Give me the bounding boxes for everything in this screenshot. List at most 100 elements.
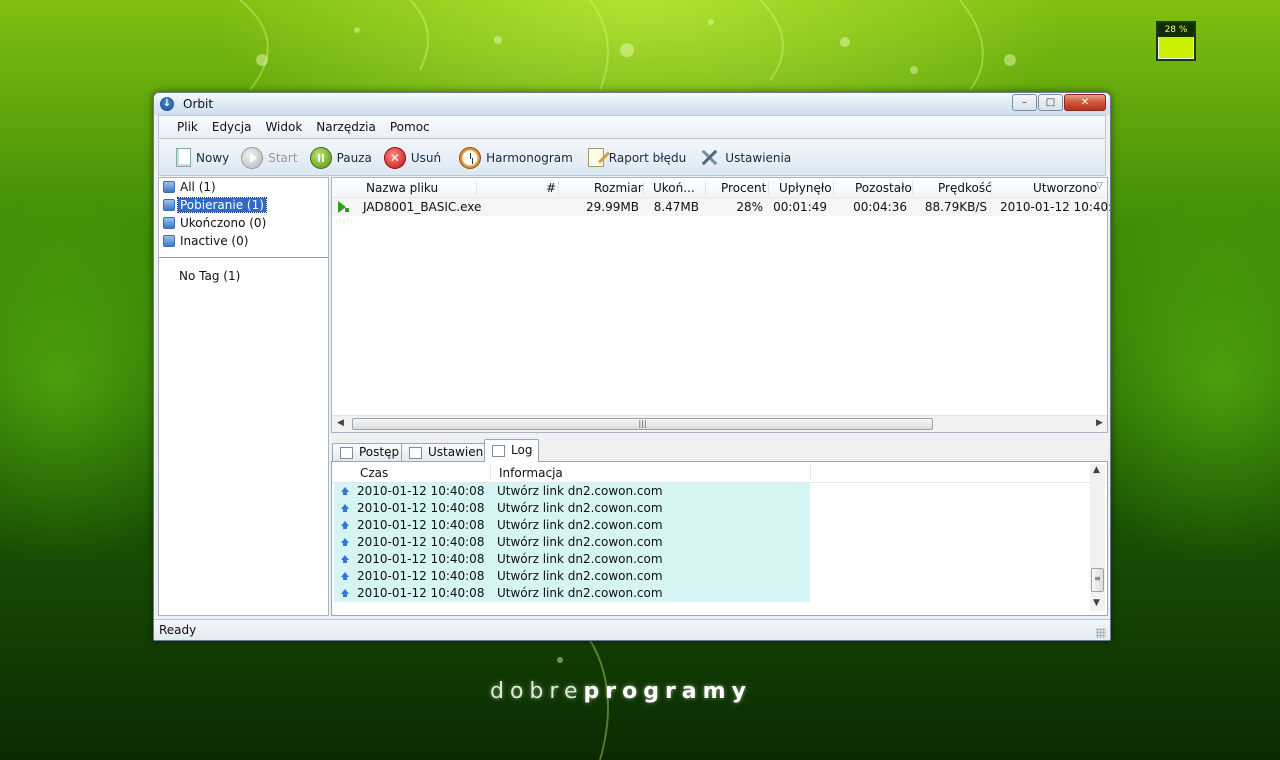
close-button[interactable]: ✕	[1064, 94, 1106, 111]
column-separator[interactable]	[912, 181, 913, 195]
category-inactive[interactable]: Inactive (0)	[163, 233, 250, 249]
category-panel: All (1) Pobieranie (1) Ukończono (0) Ina…	[158, 177, 329, 616]
tab-progress[interactable]: Postęp	[332, 443, 407, 462]
pause-button[interactable]: Pauza	[309, 146, 372, 169]
gauge-label: 28 %	[1158, 23, 1194, 37]
log-info: Utwórz link dn2.cowon.com	[497, 501, 663, 515]
scroll-down-icon[interactable]: ▼	[1093, 598, 1100, 608]
clock-icon	[459, 146, 482, 169]
column-separator[interactable]	[558, 181, 559, 195]
category-completed[interactable]: Ukończono (0)	[163, 215, 268, 231]
column-created[interactable]: Utworzono	[1033, 181, 1097, 195]
category-label: Ukończono (0)	[180, 216, 267, 230]
pause-label: Pauza	[336, 150, 372, 165]
log-time: 2010-01-12 10:40:08	[357, 535, 485, 549]
log-time: 2010-01-12 10:40:08	[357, 484, 485, 498]
column-separator[interactable]	[705, 181, 706, 195]
start-button[interactable]: Start	[241, 146, 298, 169]
column-percent[interactable]: Procent	[721, 181, 766, 195]
scroll-right-icon[interactable]: ▶	[1096, 418, 1103, 428]
menu-plik[interactable]: Plik	[177, 120, 198, 134]
menu-edycja[interactable]: Edycja	[212, 120, 252, 134]
cell-speed: 88.79KB/S	[924, 200, 987, 214]
info-arrow-icon	[341, 504, 349, 512]
title-bar[interactable]: ↓ Orbit – □ ✕	[154, 93, 1110, 115]
column-separator[interactable]	[833, 181, 834, 195]
log-info: Utwórz link dn2.cowon.com	[497, 569, 663, 583]
toolbar: Nowy Start Pauza ✕ Usuń Harmonogram Rapo…	[158, 140, 1106, 176]
completed-icon	[163, 217, 175, 229]
log-row[interactable]: 2010-01-12 10:40:08 Utwórz link dn2.cowon…	[332, 551, 1107, 568]
log-row[interactable]: 2010-01-12 10:40:08 Utwórz link dn2.cowon…	[332, 483, 1107, 500]
column-separator[interactable]	[810, 465, 811, 479]
downloading-status-icon	[338, 201, 349, 213]
log-row[interactable]: 2010-01-12 10:40:08 Utwórz link dn2.cowon…	[332, 534, 1107, 551]
log-row[interactable]: 2010-01-12 10:40:08 Utwórz link dn2.cowon…	[332, 568, 1107, 585]
cell-size: 29.99MB	[586, 200, 639, 214]
column-speed[interactable]: Prędkość	[938, 181, 992, 195]
resize-grip-icon[interactable]	[1096, 628, 1106, 638]
log-time: 2010-01-12 10:40:08	[357, 501, 485, 515]
dobreprogramy-logo: dobreprogramy	[490, 679, 752, 704]
tools-icon	[698, 147, 720, 169]
status-text: Ready	[159, 623, 197, 637]
scroll-up-icon[interactable]: ▲	[1093, 465, 1100, 475]
horizontal-scrollbar[interactable]: ◀ ||| ▶	[332, 415, 1107, 432]
cell-elapsed: 00:01:49	[773, 200, 827, 214]
menu-widok[interactable]: Widok	[265, 120, 302, 134]
column-name[interactable]: Nazwa pliku	[366, 181, 438, 195]
menu-pomoc[interactable]: Pomoc	[390, 120, 430, 134]
download-list-header: Nazwa pliku # Rozmiar Ukoń... Procent Up…	[332, 178, 1107, 198]
tab-log[interactable]: Log	[484, 439, 540, 462]
log-page-icon	[492, 445, 505, 457]
info-arrow-icon	[341, 487, 349, 495]
maximize-button[interactable]: □	[1038, 94, 1063, 111]
tag-no-tag[interactable]: No Tag (1)	[179, 269, 240, 283]
category-downloading[interactable]: Pobieranie (1)	[163, 197, 267, 213]
scrollbar-thumb[interactable]: |||	[352, 418, 933, 430]
schedule-label: Harmonogram	[486, 150, 573, 165]
pause-icon	[309, 146, 332, 169]
column-number[interactable]: #	[546, 181, 556, 195]
scrollbar-thumb[interactable]: ≡	[1091, 568, 1104, 592]
scroll-left-icon[interactable]: ◀	[337, 418, 344, 428]
column-separator[interactable]	[490, 465, 491, 479]
log-time: 2010-01-12 10:40:08	[357, 518, 485, 532]
minimize-button[interactable]: –	[1012, 94, 1037, 111]
column-separator[interactable]	[991, 181, 992, 195]
settings-button[interactable]: Ustawienia	[698, 147, 791, 169]
category-all[interactable]: All (1)	[163, 179, 218, 195]
delete-button[interactable]: ✕ Usuń	[383, 146, 441, 169]
bug-report-button[interactable]: Raport błędu	[585, 148, 686, 167]
log-info: Utwórz link dn2.cowon.com	[497, 586, 663, 600]
play-icon	[241, 146, 264, 169]
column-elapsed[interactable]: Upłynęło	[779, 181, 832, 195]
new-button[interactable]: Nowy	[173, 148, 229, 167]
column-separator[interactable]	[643, 181, 644, 195]
info-arrow-icon	[341, 572, 349, 580]
log-row[interactable]: 2010-01-12 10:40:08 Utwórz link dn2.cowon…	[332, 500, 1107, 517]
report-icon	[587, 148, 604, 167]
status-bar: Ready	[154, 619, 1110, 640]
column-done[interactable]: Ukoń...	[653, 181, 695, 195]
download-icon	[163, 199, 175, 211]
vertical-scrollbar[interactable]: ▲ ≡ ▼	[1090, 464, 1105, 612]
log-row[interactable]: 2010-01-12 10:40:08 Utwórz link dn2.cowon…	[332, 517, 1107, 534]
schedule-button[interactable]: Harmonogram	[459, 146, 573, 169]
log-row[interactable]: 2010-01-12 10:40:08 Utwórz link dn2.cowon…	[332, 585, 1107, 602]
column-info[interactable]: Informacja	[499, 466, 563, 480]
menu-narzedzia[interactable]: Narzędzia	[316, 120, 376, 134]
column-separator[interactable]	[768, 181, 769, 195]
start-label: Start	[268, 150, 298, 165]
column-time[interactable]: Czas	[360, 466, 388, 480]
orbit-logo-icon: ↓	[160, 97, 174, 111]
column-remaining[interactable]: Pozostało	[855, 181, 912, 195]
window-title: Orbit	[183, 97, 214, 111]
table-row[interactable]: JAD8001_BASIC.exe 29.99MB 8.47MB 28% 00:…	[332, 198, 1110, 216]
column-size[interactable]: Rozmiar	[594, 181, 643, 195]
cell-name: JAD8001_BASIC.exe	[363, 200, 482, 214]
column-separator[interactable]	[476, 181, 477, 195]
info-arrow-icon	[341, 521, 349, 529]
chart-icon	[340, 447, 353, 459]
sort-arrow-icon: ▽	[1096, 181, 1103, 191]
